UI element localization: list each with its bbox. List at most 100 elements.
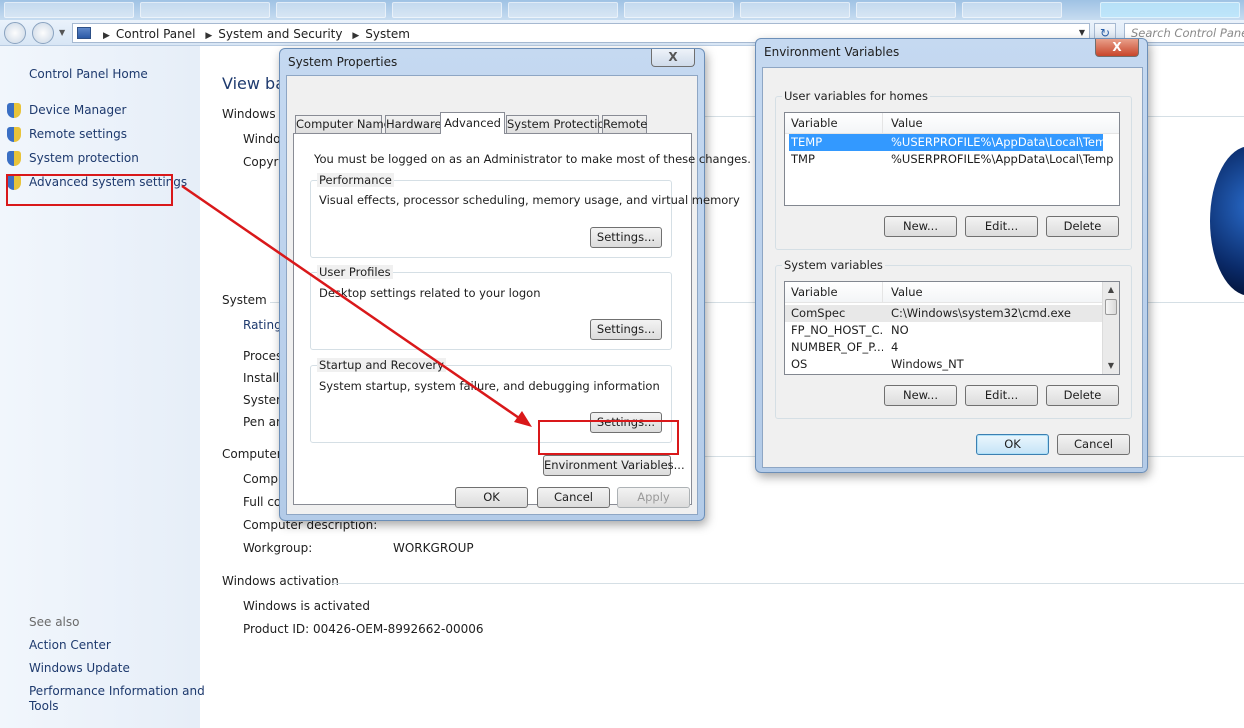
- ok-button[interactable]: OK: [455, 487, 528, 508]
- group-label: User Profiles: [317, 265, 393, 279]
- remote-settings-link[interactable]: Remote settings: [29, 127, 127, 141]
- windows-update-link[interactable]: Windows Update: [29, 661, 130, 675]
- scroll-thumb[interactable]: [1105, 299, 1117, 315]
- system-edit-button[interactable]: Edit...: [965, 385, 1038, 406]
- taskbar-button[interactable]: [962, 2, 1062, 18]
- group-description: Visual effects, processor scheduling, me…: [319, 193, 740, 207]
- variable-name: TMP: [791, 152, 815, 166]
- system-protection-link[interactable]: System protection: [29, 151, 139, 165]
- device-manager-link[interactable]: Device Manager: [29, 103, 126, 117]
- system-delete-button[interactable]: Delete: [1046, 385, 1119, 406]
- system-new-button[interactable]: New...: [884, 385, 957, 406]
- tab-system-protection[interactable]: System Protection: [506, 115, 612, 133]
- dialog-title: System Properties: [288, 55, 398, 69]
- cancel-button[interactable]: Cancel: [537, 487, 610, 508]
- tab-advanced[interactable]: Advanced: [440, 112, 505, 134]
- environment-variables-button[interactable]: Environment Variables...: [543, 455, 685, 476]
- cancel-button[interactable]: Cancel: [1057, 434, 1130, 455]
- back-button[interactable]: [4, 22, 26, 44]
- system-heading: System: [222, 293, 267, 307]
- tab-remote[interactable]: Remote: [602, 115, 647, 133]
- page-title: View ba: [222, 74, 286, 93]
- breadcrumb-separator-icon[interactable]: ▶: [352, 31, 359, 41]
- list-row[interactable]: TMP %USERPROFILE%\AppData\Local\Temp: [785, 151, 1119, 168]
- breadcrumb-separator-icon[interactable]: ▶: [205, 31, 212, 41]
- copyright-row: Copyri: [243, 155, 282, 169]
- performance-settings-button[interactable]: Settings...: [590, 227, 662, 248]
- taskbar-button[interactable]: [740, 2, 850, 18]
- user-new-button[interactable]: New...: [884, 216, 957, 237]
- performance-information-link[interactable]: Performance Information and: [29, 684, 205, 698]
- close-icon[interactable]: X: [651, 49, 695, 67]
- scroll-up-arrow-icon[interactable]: ▲: [1103, 282, 1119, 298]
- variable-value: C:\Windows\system32\cmd.exe: [891, 306, 1071, 320]
- column-header-variable[interactable]: Variable: [785, 113, 883, 133]
- taskbar-button[interactable]: [276, 2, 386, 18]
- apply-button[interactable]: Apply: [617, 487, 690, 508]
- close-icon[interactable]: X: [1095, 39, 1139, 57]
- uac-shield-icon: [7, 151, 21, 166]
- uac-shield-icon: [7, 127, 21, 142]
- user-delete-button[interactable]: Delete: [1046, 216, 1119, 237]
- product-id: Product ID: 00426-OEM-8992662-00006: [243, 622, 484, 636]
- control-panel-icon: [77, 27, 91, 39]
- address-dropdown-chevron-icon[interactable]: ▼: [1079, 28, 1085, 37]
- forward-button[interactable]: [32, 22, 54, 44]
- taskbar-button[interactable]: [4, 2, 134, 18]
- recent-pages-chevron-icon[interactable]: ▼: [59, 28, 65, 37]
- breadcrumb-item[interactable]: Control Panel: [116, 27, 196, 41]
- activation-status: Windows is activated: [243, 599, 370, 613]
- tab-hardware[interactable]: Hardware: [385, 115, 442, 133]
- control-panel-home-link[interactable]: Control Panel Home: [29, 67, 148, 81]
- list-row[interactable]: TEMP %USERPROFILE%\AppData\Local\Temp: [785, 134, 1119, 151]
- taskbar-button[interactable]: [856, 2, 956, 18]
- variable-name: TEMP: [791, 135, 823, 149]
- ok-button[interactable]: OK: [976, 434, 1049, 455]
- variable-value: 4: [891, 340, 899, 354]
- dialog-title: Environment Variables: [764, 45, 900, 59]
- taskbar-button[interactable]: [392, 2, 502, 18]
- performance-information-link-line2[interactable]: Tools: [29, 699, 59, 713]
- see-also-heading: See also: [29, 615, 80, 629]
- performance-group: Performance Visual effects, processor sc…: [310, 173, 740, 258]
- admin-note: You must be logged on as an Administrato…: [314, 152, 751, 166]
- list-row[interactable]: FP_NO_HOST_C... NO: [785, 322, 1119, 339]
- column-header-value[interactable]: Value: [883, 282, 931, 302]
- highlight-box-environment-variables: [538, 420, 679, 455]
- group-description: System startup, system failure, and debu…: [319, 379, 660, 393]
- taskbar-strip: [0, 0, 1244, 20]
- taskbar-button-active[interactable]: [1100, 2, 1240, 18]
- tab-computer-name[interactable]: Computer Name: [295, 115, 391, 133]
- breadcrumb-item[interactable]: System: [365, 27, 410, 41]
- highlight-box-advanced-settings: [6, 174, 173, 206]
- scroll-down-arrow-icon[interactable]: ▼: [1103, 358, 1119, 374]
- user-profiles-settings-button[interactable]: Settings...: [590, 319, 662, 340]
- group-label: System variables: [782, 258, 885, 272]
- list-row[interactable]: NUMBER_OF_P... 4: [785, 339, 1119, 356]
- variable-name: ComSpec: [791, 306, 846, 320]
- variable-name: FP_NO_HOST_C...: [791, 323, 883, 337]
- breadcrumb-item[interactable]: System and Security: [218, 27, 342, 41]
- taskbar-button[interactable]: [624, 2, 734, 18]
- uac-shield-icon: [7, 103, 21, 118]
- taskbar-button[interactable]: [508, 2, 618, 18]
- group-label: User variables for homes: [782, 89, 930, 103]
- system-variables-list[interactable]: Variable Value ComSpec C:\Windows\system…: [784, 281, 1120, 375]
- group-description: Desktop settings related to your logon: [319, 286, 541, 300]
- column-header-value[interactable]: Value: [883, 113, 931, 133]
- list-row[interactable]: ComSpec C:\Windows\system32\cmd.exe: [785, 305, 1103, 322]
- windows-edition-heading: Windows e: [222, 107, 287, 121]
- taskbar-button[interactable]: [140, 2, 270, 18]
- list-header: Variable Value: [785, 282, 1119, 303]
- breadcrumb: ▶ Control Panel ▶ System and Security ▶ Sys…: [97, 27, 410, 41]
- variable-value: %USERPROFILE%\AppData\Local\Temp: [891, 152, 1114, 166]
- column-header-variable[interactable]: Variable: [785, 282, 883, 302]
- edition-row: Windo: [243, 132, 281, 146]
- variable-name: OS: [791, 357, 808, 371]
- user-variables-group: User variables for homes Variable Value …: [775, 89, 1132, 250]
- list-row[interactable]: OS Windows_NT: [785, 356, 1119, 373]
- user-variables-list[interactable]: Variable Value TEMP %USERPROFILE%\AppDat…: [784, 112, 1120, 206]
- user-edit-button[interactable]: Edit...: [965, 216, 1038, 237]
- action-center-link[interactable]: Action Center: [29, 638, 111, 652]
- vertical-scrollbar[interactable]: ▲ ▼: [1102, 282, 1119, 374]
